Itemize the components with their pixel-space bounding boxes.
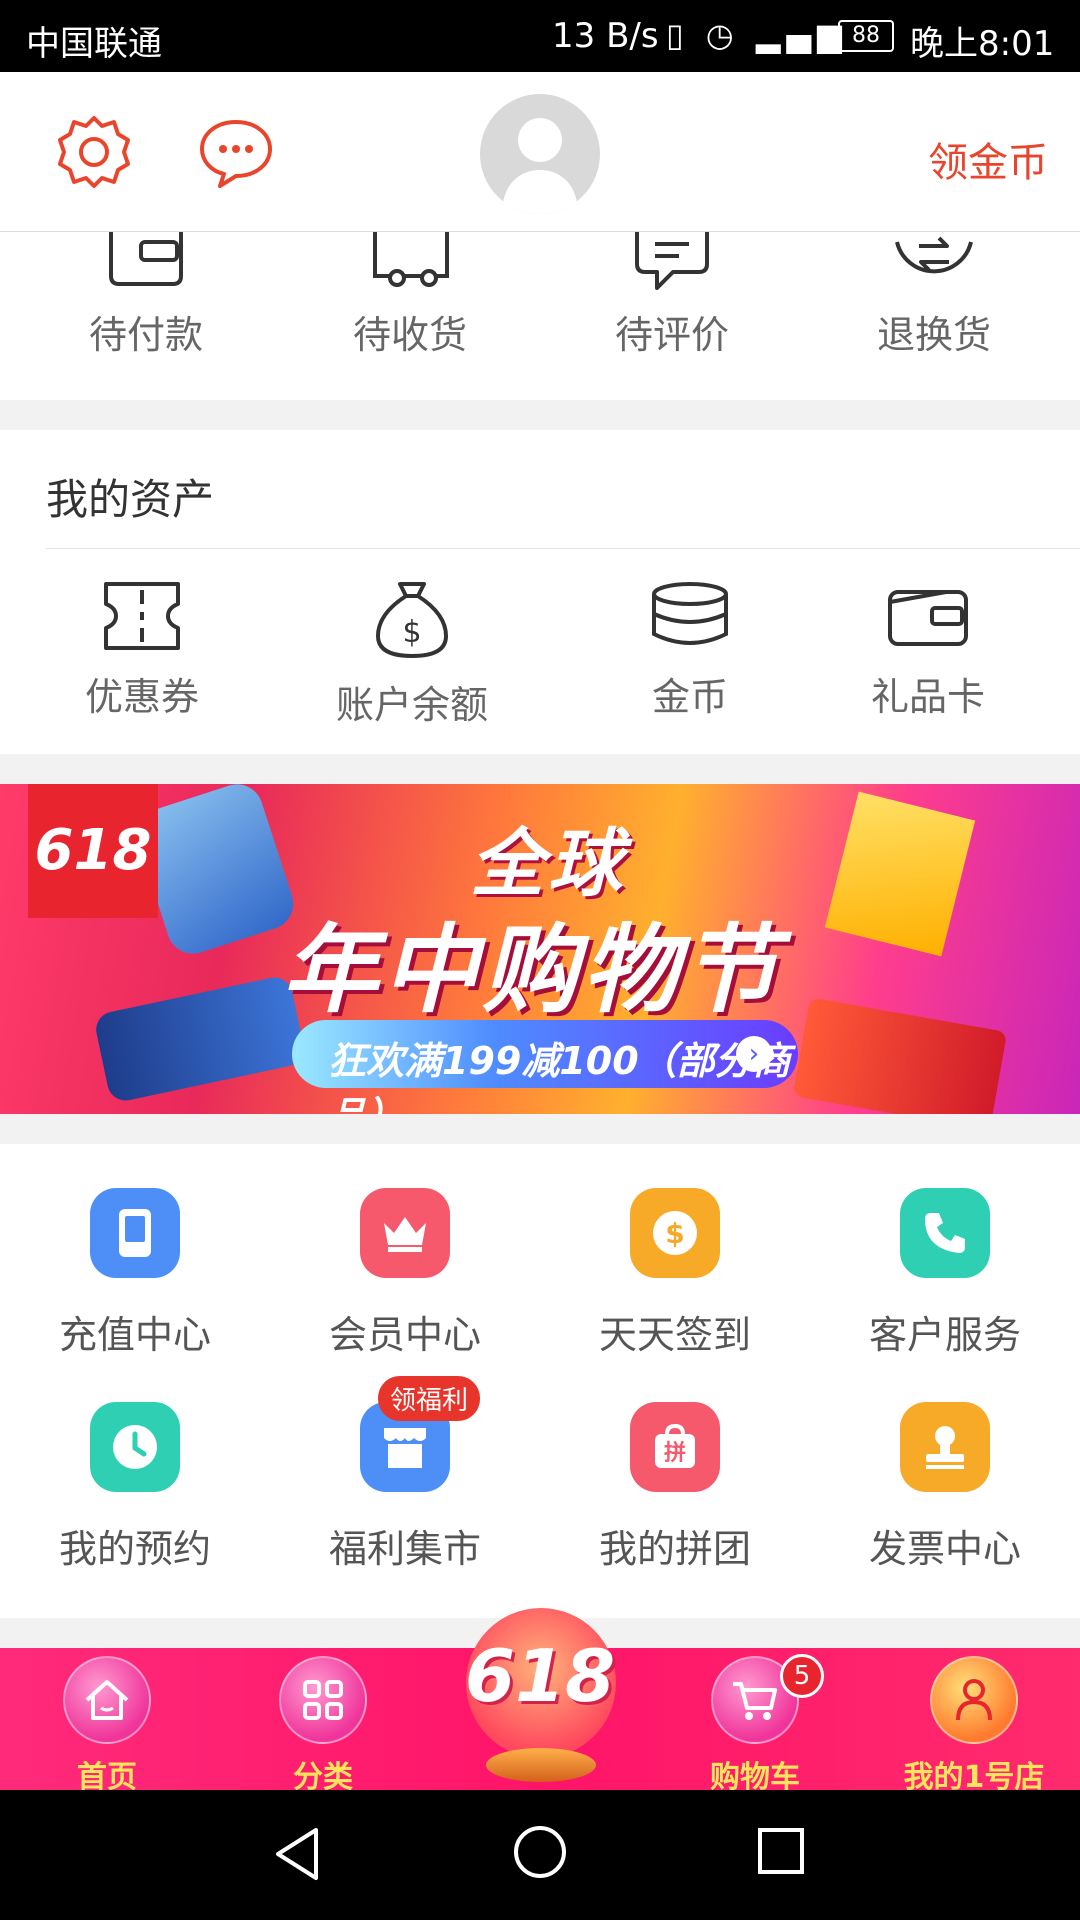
order-pending-payment[interactable]: 待付款 — [46, 232, 246, 359]
service-my-reservations[interactable]: 我的预约 — [0, 1402, 270, 1573]
clock-icon — [90, 1402, 180, 1492]
618-center-label: 618 — [464, 1634, 616, 1718]
banner-promo-pill[interactable]: 狂欢满199减100（部分商品） › — [292, 1020, 798, 1114]
product-tube-graphic — [92, 974, 308, 1104]
crown-icon — [360, 1188, 450, 1278]
phone-recharge-icon — [90, 1188, 180, 1278]
phone-call-icon — [900, 1188, 990, 1278]
clock: 晚上8:01 — [910, 24, 1055, 64]
back-triangle-icon[interactable] — [272, 1826, 324, 1882]
product-snack-graphic — [824, 791, 976, 957]
service-group-buy[interactable]: 拼 我的拼团 — [540, 1402, 810, 1573]
nav-618-center-button[interactable]: 618 — [456, 1598, 624, 1790]
home-circle-icon[interactable] — [512, 1824, 568, 1880]
svg-text:$: $ — [665, 1217, 684, 1250]
banner-promo-text: 狂欢满199减100（部分商品） — [328, 1039, 791, 1114]
order-status-row: 待付款 待收货 待评价 退换货 — [0, 232, 1080, 400]
settings-gear-icon[interactable] — [54, 112, 134, 192]
asset-gift-cards[interactable]: 礼品卡 — [818, 580, 1038, 721]
gift-card-icon — [888, 590, 968, 646]
asset-coupons[interactable]: 优惠券 — [32, 580, 252, 721]
return-icon — [895, 236, 973, 274]
asset-label: 金币 — [651, 675, 728, 719]
618-stand-graphic — [486, 1748, 596, 1782]
nav-category[interactable]: 分类 — [248, 1656, 398, 1796]
service-label: 我的拼团 — [598, 1527, 751, 1571]
status-icons: ▯ ◷ ▂▄▆ — [666, 16, 848, 54]
nav-cart[interactable]: 5 购物车 — [680, 1654, 830, 1796]
group-buy-icon: 拼 — [630, 1402, 720, 1492]
coins-icon — [652, 582, 728, 645]
service-label: 充值中心 — [58, 1313, 211, 1357]
asset-label: 礼品卡 — [870, 675, 985, 719]
nav-home[interactable]: 首页 — [32, 1656, 182, 1796]
asset-label: 账户余额 — [335, 683, 488, 727]
default-avatar-icon — [502, 118, 578, 214]
service-invoice-center[interactable]: 发票中心 — [810, 1402, 1080, 1573]
profile-icon — [930, 1656, 1018, 1744]
recents-square-icon[interactable] — [756, 1826, 806, 1876]
service-recharge-center[interactable]: 充值中心 — [0, 1188, 270, 1359]
service-daily-checkin[interactable]: $ 天天签到 — [540, 1188, 810, 1359]
system-nav-bar — [0, 1790, 1080, 1920]
status-bar: 中国联通 13 B/s ▯ ◷ ▂▄▆ 88 晚上8:01 — [0, 0, 1080, 72]
divider — [46, 548, 1080, 549]
service-label: 我的预约 — [58, 1527, 211, 1571]
product-phone-graphic — [792, 997, 1008, 1114]
services-grid: 充值中心 会员中心 $ 天天签到 客户服务 我的预约 领福利 福利集市 拼 我的… — [0, 1144, 1080, 1618]
wallet-icon — [109, 232, 183, 286]
service-label: 发票中心 — [868, 1527, 1021, 1571]
service-label: 天天签到 — [598, 1313, 751, 1357]
message-icon[interactable] — [196, 116, 276, 192]
service-customer-service[interactable]: 客户服务 — [810, 1188, 1080, 1359]
order-label: 退换货 — [876, 313, 991, 357]
avatar[interactable] — [480, 94, 600, 214]
order-label: 待评价 — [614, 313, 729, 357]
asset-label: 优惠券 — [84, 675, 199, 719]
carrier-name: 中国联通 — [26, 24, 162, 64]
comment-icon — [635, 232, 709, 290]
nav-my-store[interactable]: 我的1号店 — [896, 1656, 1052, 1796]
banner-618-badge: 618 — [28, 784, 158, 918]
chevron-right-icon: › — [736, 1036, 772, 1072]
dollar-coin-icon: $ — [630, 1188, 720, 1278]
stamp-icon — [900, 1402, 990, 1492]
service-label: 会员中心 — [328, 1313, 481, 1357]
home-icon — [63, 1656, 151, 1744]
svg-text:$: $ — [402, 615, 421, 650]
network-speed: 13 B/s — [552, 16, 659, 56]
money-bag-icon: $ — [375, 582, 449, 659]
asset-balance[interactable]: $ 账户余额 — [302, 580, 522, 729]
profile-header: 领金币 — [0, 72, 1080, 232]
category-icon — [279, 1656, 367, 1744]
claim-coins-link[interactable]: 领金币 — [928, 130, 1048, 188]
promo-banner-618[interactable]: 618 全球 年中购物节 狂欢满199减100（部分商品） › — [0, 784, 1080, 1114]
service-member-center[interactable]: 会员中心 — [270, 1188, 540, 1359]
order-pending-receipt[interactable]: 待收货 — [310, 232, 510, 359]
welfare-tag-badge: 领福利 — [378, 1376, 481, 1421]
my-assets-section: 我的资产 优惠券 $ 账户余额 金币 礼品卡 — [0, 430, 1080, 754]
coupon-icon — [104, 582, 180, 650]
bottom-nav-bar: 首页 分类 618 5 购物车 我的1号店 — [0, 1608, 1080, 1795]
battery-indicator: 88 — [838, 20, 894, 52]
order-label: 待收货 — [352, 313, 467, 357]
order-returns[interactable]: 退换货 — [834, 232, 1034, 359]
asset-coins[interactable]: 金币 — [580, 580, 800, 721]
service-label: 福利集市 — [328, 1527, 481, 1571]
banner-headline-2: 年中购物节 — [282, 914, 782, 1026]
order-label: 待付款 — [88, 313, 203, 357]
service-welfare-market[interactable]: 领福利 福利集市 — [270, 1376, 540, 1573]
truck-icon — [373, 232, 449, 287]
cart-count-badge: 5 — [780, 1654, 824, 1698]
svg-text:拼: 拼 — [664, 1440, 686, 1466]
service-label: 客户服务 — [868, 1313, 1021, 1357]
section-title: 我的资产 — [46, 475, 215, 524]
order-pending-review[interactable]: 待评价 — [572, 232, 772, 359]
